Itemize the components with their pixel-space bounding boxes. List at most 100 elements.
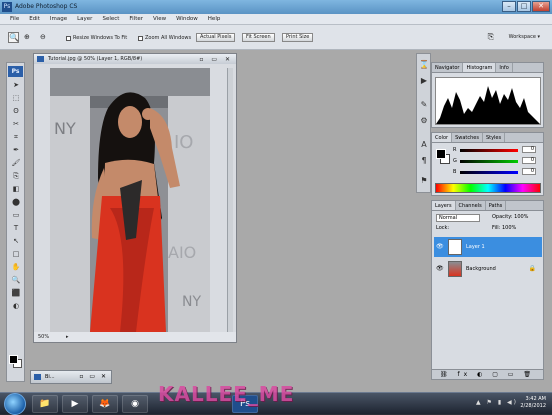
fill-field[interactable]: Fill: 100% <box>492 225 516 231</box>
close-button[interactable]: ✕ <box>532 1 550 12</box>
tab-channels[interactable]: Channels <box>456 201 486 210</box>
history-icon[interactable]: ⌛ <box>419 60 429 70</box>
blend-mode-select[interactable]: Normal <box>436 214 480 222</box>
color-spectrum-bar[interactable] <box>435 183 541 193</box>
image-canvas[interactable]: NY IO AIO NY <box>50 68 210 332</box>
layer-row-layer-1[interactable]: 👁 Layer 1 <box>434 237 542 257</box>
green-slider[interactable] <box>460 160 518 163</box>
vertical-scrollbar[interactable] <box>227 68 233 332</box>
shape-tool-icon[interactable]: □ <box>10 250 22 258</box>
tab-info[interactable]: Info <box>496 63 513 72</box>
brushes-icon[interactable]: ✎ <box>419 100 429 110</box>
blue-slider[interactable] <box>460 171 518 174</box>
marquee-tool-icon[interactable]: ⬚ <box>10 94 22 102</box>
start-button[interactable] <box>4 393 26 415</box>
document-title: Tutorial.jpg @ 50% (Layer 1, RGB/8#) <box>48 56 143 62</box>
zoom-icon[interactable]: 🔍 <box>8 32 19 43</box>
tab-swatches[interactable]: Swatches <box>452 133 483 142</box>
window-title: Adobe Photoshop CS <box>15 3 78 10</box>
system-tray-icons[interactable]: ▲ ⚑ ▮ ◀) <box>476 399 518 406</box>
clone-source-icon[interactable]: ⚙ <box>419 116 429 126</box>
collapsed-panel-strip: ⌛ ▶ ✎ ⚙ A ¶ ⚑ <box>416 53 431 193</box>
menu-select[interactable]: Select <box>102 16 119 22</box>
move-tool-icon[interactable]: ➤ <box>10 81 22 89</box>
menu-file[interactable]: File <box>10 16 19 22</box>
workspace-menu[interactable]: Workspace ▾ <box>509 34 540 40</box>
foreground-color-swatch[interactable] <box>436 149 446 159</box>
status-menu-arrow-icon[interactable]: ▸ <box>66 332 69 342</box>
path-selection-tool-icon[interactable]: ↖ <box>10 237 22 245</box>
menu-edit[interactable]: Edit <box>29 16 40 22</box>
document-window-controls[interactable]: ▫ ▭ ✕ <box>199 55 233 65</box>
foreground-color-swatch[interactable] <box>9 355 18 364</box>
tab-styles[interactable]: Styles <box>483 133 506 142</box>
zoom-in-icon[interactable]: ⊕ <box>24 33 30 41</box>
eye-icon[interactable]: 👁 <box>436 259 444 279</box>
quick-mask-icon[interactable]: ⬛ <box>10 289 22 297</box>
eye-icon[interactable]: 👁 <box>436 237 444 257</box>
print-size-button[interactable]: Print Size <box>282 33 314 42</box>
opacity-field[interactable]: Opacity: 100% <box>492 214 528 220</box>
red-slider[interactable] <box>460 149 518 152</box>
toolbox: Ps ➤ ⬚ ʘ ✂ ⌗ ✒ 🖌 ⎘ ◧ ⬤ ▭ T ↖ □ ✋ 🔍 ⬛ ◐ <box>6 62 25 382</box>
maximize-button[interactable]: □ <box>517 1 531 12</box>
brush-preset-icon[interactable]: ⎘ <box>488 32 494 42</box>
blue-label: B <box>453 169 457 175</box>
hand-tool-icon[interactable]: ✋ <box>10 263 22 271</box>
brush-tool-icon[interactable]: 🖌 <box>10 159 22 167</box>
minimized-document[interactable]: Bi... ▫ ▭ ✕ <box>30 370 112 384</box>
layers-footer-icons[interactable]: ⛓ fx ◐ ▢ ▭ 🗑 <box>432 369 543 379</box>
ps-document-icon <box>37 56 44 62</box>
layers-panel: Layers Channels Paths Normal Opacity: 10… <box>431 200 544 380</box>
resize-windows-checkbox[interactable]: Resize Windows To Fit <box>66 35 127 41</box>
tab-color[interactable]: Color <box>432 133 453 142</box>
histogram-graph <box>435 77 541 125</box>
red-value[interactable]: 0 <box>522 146 536 153</box>
taskbar-explorer-icon[interactable]: 📁 <box>32 395 58 413</box>
zoom-level[interactable]: 50% <box>38 334 49 340</box>
menu-view[interactable]: View <box>153 16 166 22</box>
tab-navigator[interactable]: Navigator <box>432 63 464 72</box>
taskbar-firefox-icon[interactable]: 🦊 <box>92 395 118 413</box>
clock-time: 3:42 AM <box>525 396 546 402</box>
layer-thumbnail <box>448 261 462 277</box>
actions-icon[interactable]: ▶ <box>419 76 429 86</box>
checkbox-box[interactable] <box>66 35 71 41</box>
menu-window[interactable]: Window <box>176 16 198 22</box>
crop-tool-icon[interactable]: ✂ <box>10 120 22 128</box>
zoom-out-icon[interactable]: ⊖ <box>40 33 46 41</box>
clock[interactable]: 3:42 AM 2/28/2012 <box>520 396 546 410</box>
menu-help[interactable]: Help <box>208 16 221 22</box>
taskbar-media-player-icon[interactable]: ▶ <box>62 395 88 413</box>
menu-filter[interactable]: Filter <box>129 16 143 22</box>
history-brush-tool-icon[interactable]: ◧ <box>10 185 22 193</box>
zoom-all-checkbox[interactable]: Zoom All Windows <box>138 35 191 41</box>
fit-screen-button[interactable]: Fit Screen <box>242 33 275 42</box>
screen-mode-icon[interactable]: ◐ <box>10 302 22 310</box>
zoom-tool-icon[interactable]: 🔍 <box>10 276 22 284</box>
gradient-tool-icon[interactable]: ▭ <box>10 211 22 219</box>
checkbox-box[interactable] <box>138 35 143 41</box>
paragraph-icon[interactable]: ¶ <box>419 156 429 166</box>
tab-layers[interactable]: Layers <box>432 201 456 210</box>
lasso-tool-icon[interactable]: ʘ <box>10 107 22 115</box>
menu-image[interactable]: Image <box>50 16 67 22</box>
minimize-button[interactable]: – <box>502 1 516 12</box>
tab-histogram[interactable]: Histogram <box>463 63 497 72</box>
eraser-tool-icon[interactable]: ⬤ <box>10 198 22 206</box>
healing-tool-icon[interactable]: ✒ <box>10 146 22 154</box>
slice-tool-icon[interactable]: ⌗ <box>10 133 22 141</box>
type-tool-icon[interactable]: T <box>10 224 22 232</box>
clone-stamp-tool-icon[interactable]: ⎘ <box>10 172 22 180</box>
menu-layer[interactable]: Layer <box>77 16 92 22</box>
tool-presets-icon[interactable]: ⚑ <box>419 176 429 186</box>
minimized-document-controls[interactable]: ▫ ▭ ✕ <box>79 371 108 383</box>
menu-bar: File Edit Image Layer Select Filter View… <box>0 14 552 25</box>
character-icon[interactable]: A <box>419 140 429 150</box>
tab-paths[interactable]: Paths <box>486 201 507 210</box>
green-value[interactable]: 0 <box>522 157 536 164</box>
layer-row-background[interactable]: 👁 Background 🔒 <box>434 259 542 279</box>
taskbar-app-icon[interactable]: ◉ <box>122 395 148 413</box>
actual-pixels-button[interactable]: Actual Pixels <box>196 33 236 42</box>
blue-value[interactable]: 0 <box>522 168 536 175</box>
